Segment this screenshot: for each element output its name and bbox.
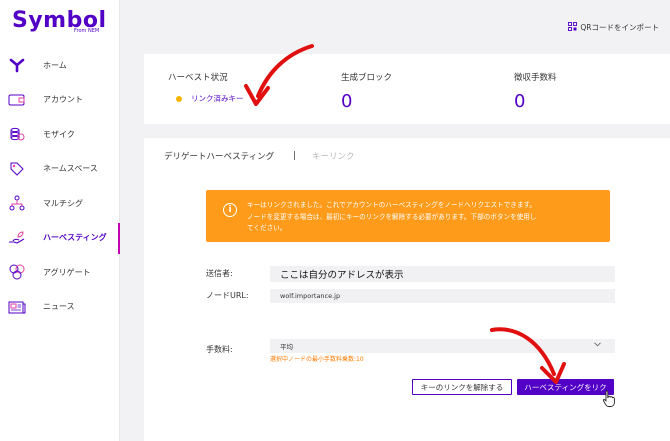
harvesting-form-card: デリゲートハーベスティング | キーリンク i キーはリンクされました。これでア… [144,138,670,441]
fees-stat: 徴収手数料 0 [514,71,557,112]
aggregate-circles-icon [8,263,26,281]
tab-delegated-harvesting[interactable]: デリゲートハーベスティング [164,150,274,162]
newspaper-icon [8,298,26,316]
harvest-stats-card: ハーベスト状況 リンク済みキー 生成ブロック 0 徴収手数料 0 [144,54,670,124]
info-alert: i キーはリンクされました。これでアカウントのハーベスティングをノードへリクエス… [206,190,610,242]
info-icon: i [223,203,237,217]
tab-separator: | [293,151,297,161]
sender-field[interactable]: ここは自分のアドレスが表示 [270,266,615,282]
sidebar-item-label: マルチシグ [43,198,83,208]
sidebar-item-mosaic[interactable]: モザイク [0,117,120,152]
sidebar-item-account[interactable]: アカウント [0,83,120,118]
chevron-down-icon [594,342,601,349]
sidebar-item-harvesting[interactable]: ハーベスティング [0,221,120,256]
sidebar: Symbol From NEM ホーム アカウント モザイク ネームスペース マ… [0,0,120,441]
status-dot-icon [176,95,182,102]
logo-subtext: From NEM [74,28,100,34]
request-harvesting-button[interactable]: ハーベスティングをリク [517,379,614,395]
harvest-status-value: リンク済みキー [191,94,244,103]
sidebar-item-home[interactable]: ホーム [0,48,120,83]
blocks-value: 0 [341,91,353,112]
fees-value: 0 [514,91,526,112]
sidebar-item-aggregate[interactable]: アグリゲート [0,255,120,290]
qr-code-icon [568,22,578,33]
info-alert-text: キーはリンクされました。これでアカウントのハーベスティングをノードへリクエストで… [247,200,536,235]
fee-select[interactable]: 平均 [270,339,615,353]
sidebar-item-label: モザイク [43,129,75,139]
symbol-y-icon [8,56,26,74]
sidebar-item-label: ハーベスティング [43,233,107,243]
sidebar-item-multisig[interactable]: マルチシグ [0,186,120,221]
node-url-field[interactable]: wolf.importance.jp [270,289,615,303]
node-url-label: ノードURL: [206,291,249,300]
harvest-status: リンク済みキー [176,93,244,104]
coins-stack-icon [8,125,26,143]
harvest-status-title: ハーベスト状況 [168,73,228,83]
sidebar-item-label: ネームスペース [43,164,98,174]
tag-icon [8,160,26,178]
sidebar-item-label: ニュース [43,302,75,312]
qr-import-label: QRコードをインポート [580,23,659,32]
sidebar-item-label: ホーム [43,60,67,70]
harvest-status-stat: ハーベスト状況 リンク済みキー [168,71,244,104]
blocks-stat: 生成ブロック 0 [341,71,392,112]
sender-label: 送信者: [206,269,233,278]
info-line-1: キーはリンクされました。これでアカウントのハーベスティングをノードへリクエストで… [247,201,537,209]
fee-select-value: 平均 [280,343,293,351]
sidebar-nav: ホーム アカウント モザイク ネームスペース マルチシグ ハーベスティング アグ… [0,48,120,324]
fee-hint: 選択中ノードの最小手数料乗数:10 [270,356,364,363]
blocks-title: 生成ブロック [341,73,393,83]
fee-label: 手数料: [206,345,233,354]
sidebar-item-namespace[interactable]: ネームスペース [0,152,120,187]
info-line-2: ノードを変更する場合は、最初にキーのリンクを解除する必要があります。下部のボタン… [247,212,537,221]
fees-title: 徴収手数料 [514,73,557,83]
info-line-3: てください。 [247,224,287,232]
multisig-tree-icon [8,194,26,212]
unlink-key-button[interactable]: キーのリンクを解除する [412,379,512,395]
sidebar-item-label: アカウント [43,95,83,105]
sidebar-item-news[interactable]: ニュース [0,290,120,325]
sidebar-item-label: アグリゲート [43,267,91,277]
wallet-icon [8,91,26,109]
qr-import-button[interactable]: QRコードをインポート [568,22,659,33]
tab-key-link[interactable]: キーリンク [312,150,355,162]
harvest-hand-icon [8,229,26,247]
harvesting-tabs: デリゲートハーベスティング | キーリンク [164,150,355,162]
